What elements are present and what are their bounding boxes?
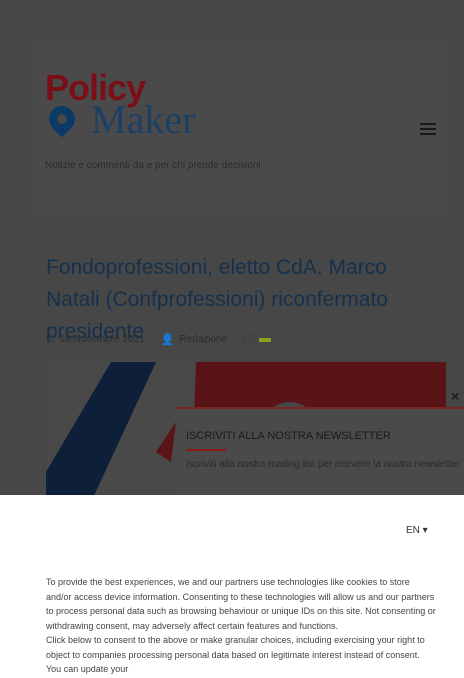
logo-text-maker: Maker (91, 97, 196, 142)
newsletter-description: Iscriviti alla nostra mailing list per r… (186, 459, 460, 470)
newsletter-popup: ISCRIVITI ALLA NOSTRA NEWSLETTER Iscrivi… (176, 407, 464, 495)
site-tagline: Notizie e commenti da e per chi prende d… (45, 160, 261, 171)
clock-icon: ⏱ (46, 333, 55, 345)
newsletter-title: ISCRIVITI ALLA NOSTRA NEWSLETTER (186, 430, 391, 442)
consent-paragraph-1: To provide the best experiences, we and … (46, 577, 436, 631)
user-icon: 👤 (160, 334, 175, 346)
menu-icon[interactable] (420, 123, 436, 137)
consent-text: To provide the best experiences, we and … (46, 575, 436, 677)
close-icon[interactable]: × (451, 388, 459, 404)
cookie-consent-banner: EN ▾ To provide the best experiences, we… (0, 495, 464, 678)
page-dimmed-background: Policy Maker Notizie e commenti da e per… (0, 0, 464, 495)
article-author[interactable]: Redazione (179, 334, 227, 345)
category-tag[interactable] (259, 337, 272, 342)
article-date[interactable]: 18 Novembre 2021 (60, 334, 145, 345)
newsletter-title-underline (186, 449, 226, 451)
language-selector[interactable]: EN ▾ (406, 525, 428, 536)
consent-paragraph-2: Click below to consent to the above or m… (46, 635, 425, 674)
article-meta: ⏱ 18 Novembre 2021 👤 Redazione 🗀 (46, 330, 272, 349)
site-header: Policy Maker Notizie e commenti da e per… (31, 40, 448, 215)
folder-icon: 🗀 (243, 333, 255, 345)
